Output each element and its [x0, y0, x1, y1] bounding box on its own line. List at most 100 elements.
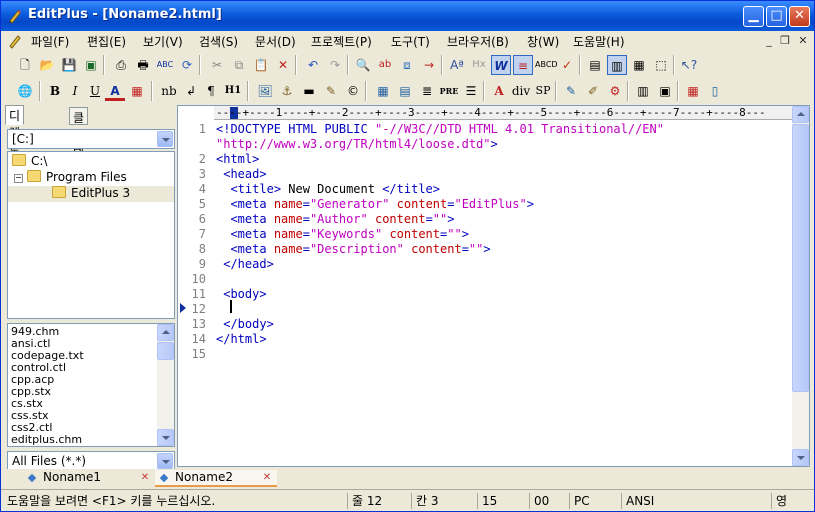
css-edit-icon[interactable]: ✎: [561, 81, 581, 101]
title-bar[interactable]: EditPlus - [Noname2.html] ▁ □ ✕: [1, 1, 814, 31]
menu-document[interactable]: 문서(D): [255, 33, 296, 50]
underline-button[interactable]: U: [85, 81, 105, 101]
heading-button[interactable]: H1: [223, 81, 243, 101]
scroll-thumb[interactable]: [792, 124, 809, 392]
frame-icon[interactable]: ▥: [633, 81, 653, 101]
tree-item-editplus[interactable]: EditPlus 3: [8, 186, 174, 202]
window-list-icon[interactable]: ▤: [585, 55, 605, 75]
goto-line-icon[interactable]: →: [419, 55, 439, 75]
undo-icon[interactable]: ↶: [303, 55, 323, 75]
word-wrap-icon[interactable]: W: [491, 55, 511, 75]
tab-directory[interactable]: 디렉토리: [5, 105, 25, 174]
paste-icon[interactable]: 📋: [251, 55, 271, 75]
code-line[interactable]: <html>: [216, 152, 259, 167]
drive-select[interactable]: [C:]: [7, 129, 175, 149]
menu-file[interactable]: 파일(F): [31, 33, 69, 50]
html-toolbar-icon[interactable]: ▯: [705, 81, 725, 101]
replace-icon[interactable]: ab: [375, 55, 395, 75]
tree-item-root[interactable]: C:\: [12, 154, 47, 170]
cut-icon[interactable]: ✂: [207, 55, 227, 75]
directory-tree[interactable]: C:\ − Program Files EditPlus 3: [7, 151, 175, 319]
font-color-button[interactable]: A: [105, 81, 125, 101]
mdi-close-button[interactable]: ✕: [795, 33, 811, 49]
code-line[interactable]: </body>: [216, 317, 274, 332]
bold-button[interactable]: B: [45, 81, 65, 101]
scroll-down-button[interactable]: [792, 449, 809, 466]
new-file-icon[interactable]: 🗋: [15, 55, 35, 75]
tab-cliptext[interactable]: 클립텍스트: [69, 107, 89, 193]
delete-icon[interactable]: ✕: [273, 55, 293, 75]
code-line[interactable]: </head>: [216, 257, 274, 272]
minimize-button[interactable]: ▁: [743, 6, 764, 27]
code-line[interactable]: <meta name="Generator" content="EditPlus…: [216, 197, 534, 212]
color-grid-icon[interactable]: ▦: [127, 81, 147, 101]
hex-view-icon[interactable]: Hx: [469, 55, 489, 75]
code-line[interactable]: <meta name="Keywords" content="">: [216, 227, 468, 242]
script-icon[interactable]: ⚙: [605, 81, 625, 101]
menu-tools[interactable]: 도구(T): [391, 33, 430, 50]
menu-window[interactable]: 창(W): [527, 33, 559, 50]
column-select-icon[interactable]: ABCD: [535, 55, 558, 75]
menu-project[interactable]: 프로젝트(P): [311, 33, 372, 50]
spell-check-icon[interactable]: ABC: [155, 55, 175, 75]
check-icon[interactable]: ✓: [557, 55, 577, 75]
code-line[interactable]: <head>: [216, 167, 266, 182]
status-file-format[interactable]: PC: [569, 493, 621, 509]
editor-area[interactable]: ----+----1----+----2----+----3----+----4…: [177, 105, 810, 467]
menu-search[interactable]: 검색(S): [199, 33, 238, 50]
paragraph-button[interactable]: ¶: [201, 81, 221, 101]
save-icon[interactable]: 💾: [59, 55, 79, 75]
code-line[interactable]: </html>: [216, 332, 267, 347]
status-encoding[interactable]: ANSI: [621, 493, 771, 509]
code-line[interactable]: <title> New Document </title>: [216, 182, 440, 197]
font-icon[interactable]: A: [489, 81, 509, 101]
code-line[interactable]: <meta name="Description" content="">: [216, 242, 490, 257]
ftp-upload-icon[interactable]: ⟳: [177, 55, 197, 75]
nbsp-button[interactable]: nb: [159, 81, 179, 101]
horizontal-rule-icon[interactable]: ▬: [299, 81, 319, 101]
context-help-icon[interactable]: ↖?: [679, 55, 699, 75]
mdi-restore-button[interactable]: ❐: [777, 33, 793, 49]
directory-window-icon[interactable]: ▥: [607, 55, 627, 75]
table-icon[interactable]: ▦: [373, 81, 393, 101]
menu-browser[interactable]: 브라우저(B): [447, 33, 509, 50]
font-size-icon[interactable]: Aª: [447, 55, 467, 75]
tree-item-program-files[interactable]: − Program Files: [14, 170, 127, 186]
find-icon[interactable]: 🔍: [353, 55, 373, 75]
code-line[interactable]: <body>: [216, 287, 266, 302]
close-button[interactable]: ✕: [789, 6, 810, 27]
color-picker-icon[interactable]: ▦: [683, 81, 703, 101]
pre-button[interactable]: PRE: [439, 81, 459, 101]
scroll-up-button[interactable]: [792, 106, 809, 123]
chevron-down-icon[interactable]: [157, 131, 173, 147]
file-list[interactable]: 949.chm ansi.ctl codepage.txt control.ct…: [7, 323, 175, 447]
mdi-minimize-button[interactable]: _: [761, 33, 777, 49]
copy-icon[interactable]: ⧉: [229, 55, 249, 75]
line-break-icon[interactable]: ↲: [181, 81, 201, 101]
editor-scrollbar[interactable]: [792, 106, 809, 466]
menu-help[interactable]: 도움말(H): [573, 33, 625, 50]
code-line[interactable]: <meta name="Author" content="">: [216, 212, 454, 227]
comment-icon[interactable]: ✎: [321, 81, 341, 101]
maximize-button[interactable]: □: [766, 6, 787, 27]
div-button[interactable]: div: [511, 81, 531, 101]
close-tab-icon[interactable]: ✕: [139, 472, 151, 484]
italic-button[interactable]: I: [65, 81, 85, 101]
output-window-icon[interactable]: ▦: [629, 55, 649, 75]
close-tab-icon[interactable]: ✕: [261, 472, 273, 484]
save-all-icon[interactable]: ▣: [81, 55, 101, 75]
print-icon[interactable]: 🖶: [133, 55, 153, 75]
menu-view[interactable]: 보기(V): [143, 33, 183, 50]
code-line[interactable]: <!DOCTYPE HTML PUBLIC "-//W3C//DTD HTML …: [216, 122, 664, 137]
collapse-icon[interactable]: −: [14, 174, 23, 183]
code-line[interactable]: "http://www.w3.org/TR/html4/loose.dtd">: [216, 137, 498, 152]
chevron-down-icon[interactable]: [157, 453, 173, 469]
find-in-files-icon[interactable]: ⧈: [397, 55, 417, 75]
list-item[interactable]: editplus.chm: [11, 434, 82, 446]
special-char-icon[interactable]: ©: [343, 81, 363, 101]
list-icon[interactable]: ☰: [461, 81, 481, 101]
form-icon[interactable]: ▤: [395, 81, 415, 101]
open-file-icon[interactable]: 📂: [37, 55, 57, 75]
line-number-icon[interactable]: ≡: [513, 55, 533, 75]
span-button[interactable]: SP: [533, 81, 553, 101]
